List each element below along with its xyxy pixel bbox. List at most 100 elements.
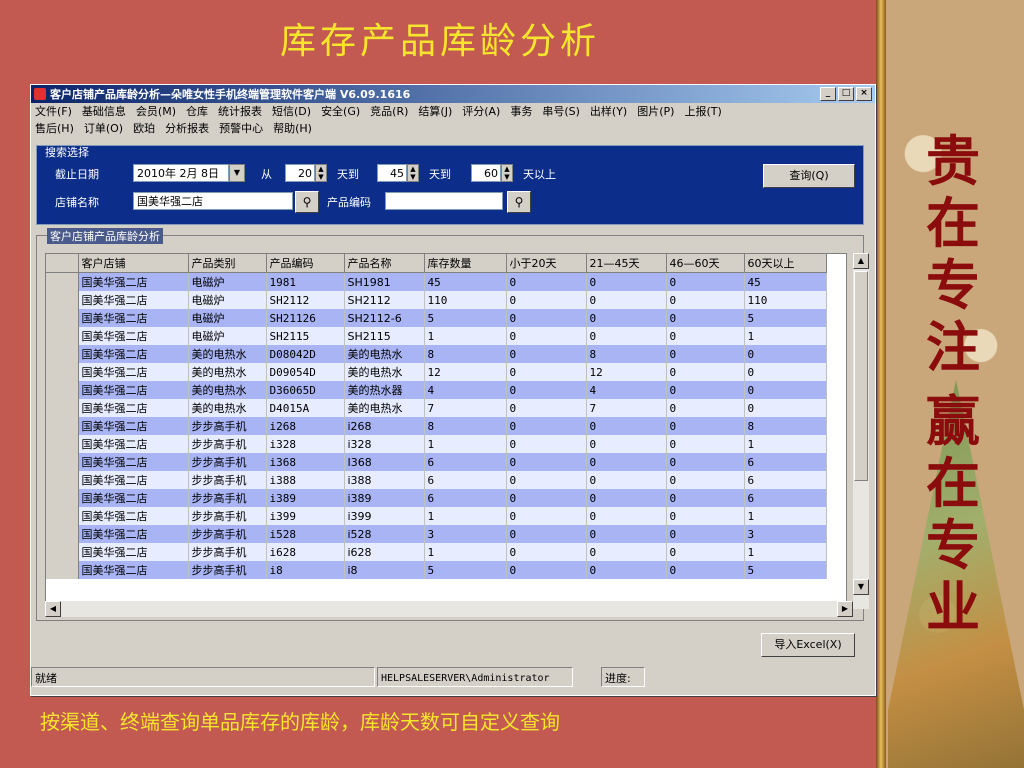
table-row[interactable]: 国美华强二店 步步高手机 i628 i628 1 0 0 0 1: [46, 543, 827, 561]
menu-item[interactable]: 统计报表: [218, 105, 262, 118]
menu-item[interactable]: 结算(J): [418, 105, 452, 118]
window-titlebar: 客户店铺产品库龄分析—朵唯女性手机终端管理软件客户端 V6.09.1616 _ …: [31, 85, 875, 103]
menu-item[interactable]: 文件(F): [35, 105, 72, 118]
days2-input[interactable]: 45: [377, 164, 407, 182]
row-header[interactable]: [46, 381, 79, 399]
menu-item[interactable]: 欧珀: [133, 122, 155, 135]
column-header[interactable]: 产品名称: [344, 254, 425, 273]
results-grid: 客户店铺 产品类别 产品编码 产品名称 库存数量 小于20天 21—45天 46—60天 60天…: [45, 253, 847, 611]
column-header[interactable]: 客户店铺: [78, 254, 189, 273]
row-header[interactable]: [46, 435, 79, 453]
menu-item[interactable]: 短信(D): [272, 105, 311, 118]
row-header[interactable]: [46, 309, 79, 327]
menu-item[interactable]: 仓库: [186, 105, 208, 118]
table-row[interactable]: 国美华强二店 美的电热水 D08042D 美的电热水 8 0 8 0 0: [46, 345, 827, 363]
table-row[interactable]: 国美华强二店 步步高手机 i399 i399 1 0 0 0 1: [46, 507, 827, 525]
column-header[interactable]: 46—60天: [666, 254, 745, 273]
column-header[interactable]: 产品类别: [188, 254, 267, 273]
scroll-up-icon[interactable]: ▲: [853, 253, 869, 269]
row-header[interactable]: [46, 291, 79, 309]
row-header[interactable]: [46, 363, 79, 381]
days1-spinner[interactable]: ▲ ▼: [315, 164, 327, 182]
row-header[interactable]: [46, 489, 79, 507]
row-header[interactable]: [46, 507, 79, 525]
menu-item[interactable]: 图片(P): [637, 105, 674, 118]
menu-item[interactable]: 串号(S): [542, 105, 580, 118]
menu-item[interactable]: 基础信息: [82, 105, 126, 118]
row-header[interactable]: [46, 327, 79, 345]
minimize-button[interactable]: _: [820, 87, 836, 101]
row-header[interactable]: [46, 272, 79, 291]
column-header[interactable]: 库存数量: [424, 254, 507, 273]
menu-item[interactable]: 安全(G): [321, 105, 360, 118]
row-header[interactable]: [46, 543, 79, 561]
row-header[interactable]: [46, 399, 79, 417]
menu-item[interactable]: 事务: [510, 105, 532, 118]
slogan-char: 注: [926, 315, 980, 379]
query-button[interactable]: 查询(Q): [763, 164, 855, 188]
scroll-right-icon[interactable]: ▶: [837, 601, 853, 617]
menu-item[interactable]: 售后(H): [35, 122, 74, 135]
days3-input[interactable]: 60: [471, 164, 501, 182]
table-row[interactable]: 国美华强二店 步步高手机 i388 i388 6 0 0 0 6: [46, 471, 827, 489]
table-cell: 6: [744, 453, 827, 471]
table-row[interactable]: 国美华强二店 美的电热水 D36065D 美的热水器 4 0 4 0 0: [46, 381, 827, 399]
table-row[interactable]: 国美华强二店 步步高手机 i268 i268 8 0 0 0 8: [46, 417, 827, 435]
menu-item[interactable]: 预警中心: [219, 122, 263, 135]
menu-item[interactable]: 竞品(R): [370, 105, 408, 118]
binoculars-icon[interactable]: ⚲: [295, 191, 319, 213]
slogan-char: 专: [926, 253, 980, 317]
menu-item[interactable]: 评分(A): [462, 105, 500, 118]
column-header[interactable]: 产品编码: [266, 254, 345, 273]
column-header[interactable]: 小于20天: [506, 254, 587, 273]
days1-input[interactable]: 20: [285, 164, 315, 182]
scroll-left-icon[interactable]: ◀: [45, 601, 61, 617]
gold-divider: [876, 0, 886, 768]
table-row[interactable]: 国美华强二店 步步高手机 i328 i328 1 0 0 0 1: [46, 435, 827, 453]
table-row[interactable]: 国美华强二店 美的电热水 D4015A 美的电热水 7 0 7 0 0: [46, 399, 827, 417]
menu-item[interactable]: 订单(O): [84, 122, 123, 135]
table-row[interactable]: 国美华强二店 电磁炉 1981 SH1981 45 0 0 0 45: [46, 272, 827, 291]
horizontal-scrollbar[interactable]: ◀ ▶: [45, 601, 853, 617]
days2-spinner[interactable]: ▲ ▼: [407, 164, 419, 182]
table-row[interactable]: 国美华强二店 步步高手机 i389 i389 6 0 0 0 6: [46, 489, 827, 507]
menu-item[interactable]: 会员(M): [136, 105, 176, 118]
scroll-down-icon[interactable]: ▼: [853, 579, 869, 595]
row-header[interactable]: [46, 471, 79, 489]
table-cell: 8: [586, 345, 667, 363]
row-header[interactable]: [46, 417, 79, 435]
days3-spinner[interactable]: ▲ ▼: [501, 164, 513, 182]
row-header[interactable]: [46, 561, 79, 579]
table-row[interactable]: 国美华强二店 电磁炉 SH2115 SH2115 1 0 0 0 1: [46, 327, 827, 345]
menu-item[interactable]: 出样(Y): [590, 105, 627, 118]
table-row[interactable]: 国美华强二店 电磁炉 SH21126 SH2112-6 5 0 0 0 5: [46, 309, 827, 327]
menu-item[interactable]: 帮助(H): [273, 122, 312, 135]
table-cell: 0: [586, 489, 667, 507]
table-row[interactable]: 国美华强二店 步步高手机 i8 i8 5 0 0 0 5: [46, 561, 827, 579]
product-code-input[interactable]: [385, 192, 503, 210]
menu-item[interactable]: 上报(T): [684, 105, 721, 118]
close-button[interactable]: ×: [856, 87, 872, 101]
table-row[interactable]: 国美华强二店 电磁炉 SH2112 SH2112 110 0 0 0 110: [46, 291, 827, 309]
maximize-button[interactable]: □: [838, 87, 854, 101]
table-row[interactable]: 国美华强二店 步步高手机 i368 I368 6 0 0 0 6: [46, 453, 827, 471]
column-header[interactable]: 21—45天: [586, 254, 667, 273]
table-cell: SH2112-6: [344, 309, 425, 327]
table-row[interactable]: 国美华强二店 步步高手机 i528 i528 3 0 0 0 3: [46, 525, 827, 543]
menu-item[interactable]: 分析报表: [165, 122, 209, 135]
binoculars-icon[interactable]: ⚲: [507, 191, 531, 213]
column-header[interactable]: 60天以上: [744, 254, 827, 273]
shop-label: 店铺名称: [55, 196, 99, 209]
date-picker[interactable]: 2010年 2月 8日: [133, 164, 229, 182]
table-cell: 0: [506, 363, 587, 381]
row-header[interactable]: [46, 345, 79, 363]
vertical-scrollbar[interactable]: ▲ ▼: [853, 253, 869, 609]
chevron-down-icon[interactable]: ▼: [229, 164, 245, 182]
table-row[interactable]: 国美华强二店 美的电热水 D09054D 美的电热水 12 0 12 0 0: [46, 363, 827, 381]
scroll-thumb[interactable]: [854, 271, 868, 481]
row-header[interactable]: [46, 453, 79, 471]
shop-input[interactable]: 国美华强二店: [133, 192, 293, 210]
export-excel-button[interactable]: 导入Excel(X): [761, 633, 855, 657]
table-cell: 8: [424, 417, 507, 435]
row-header[interactable]: [46, 525, 79, 543]
